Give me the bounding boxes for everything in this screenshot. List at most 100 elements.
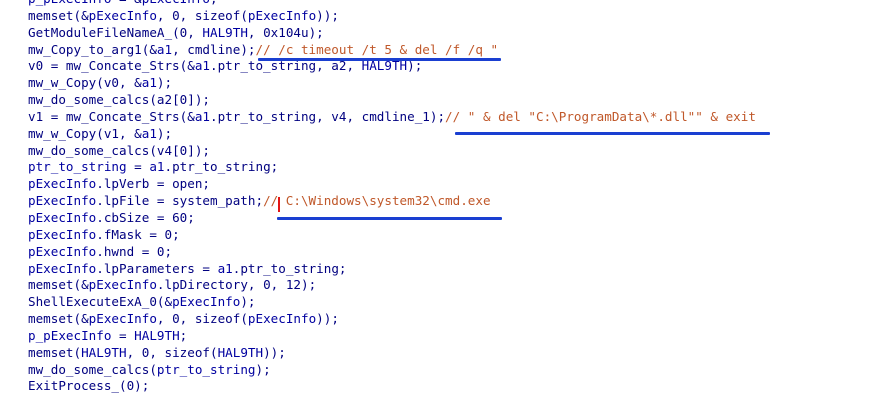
code-line[interactable]: mw_do_some_calcs(ptr_to_string); (28, 362, 756, 379)
code-token-punc[interactable]: (& (74, 277, 89, 292)
code-token-func[interactable]: mw_do_some_calcs (28, 362, 149, 377)
code-token-punc[interactable]: .lpVerb = open; (96, 176, 210, 191)
code-token-var[interactable]: a1 (218, 261, 233, 276)
code-line[interactable]: pExecInfo.fMask = 0; (28, 227, 756, 244)
code-line[interactable]: GetModuleFileNameA_(0, HAL9TH, 0x104u); (28, 25, 756, 42)
code-token-punc[interactable]: (& (74, 8, 89, 23)
code-token-func[interactable]: mw_do_some_calcs (28, 92, 149, 107)
code-token-var[interactable]: HAL9TH (202, 25, 248, 40)
code-token-var[interactable]: pExecInfo (28, 210, 96, 225)
code-line[interactable]: ShellExecuteExA_0(&pExecInfo); (28, 294, 756, 311)
code-token-punc[interactable]: (0); (119, 378, 149, 393)
code-token-func[interactable]: GetModuleFileNameA_ (28, 25, 172, 40)
code-token-punc[interactable]: , cmdline); (172, 42, 255, 57)
code-token-var[interactable]: pExecInfo (142, 0, 210, 6)
code-token-var[interactable]: a1 (195, 109, 210, 124)
code-token-func[interactable]: mw_w_Copy (28, 75, 96, 90)
pseudocode-view[interactable]: p_pExecInfo = &pExecInfo;memset(&pExecIn… (0, 0, 875, 404)
code-token-punc[interactable]: ( (149, 362, 157, 377)
code-token-func[interactable]: mw_w_Copy (28, 126, 96, 141)
code-token-punc[interactable]: )); (316, 8, 339, 23)
code-token-punc[interactable]: ); (157, 75, 172, 90)
code-line[interactable]: pExecInfo.lpParameters = a1.ptr_to_strin… (28, 261, 756, 278)
code-token-func[interactable]: mw_Copy_to_arg1 (28, 42, 142, 57)
code-line[interactable]: ExitProcess_(0); (28, 378, 756, 395)
code-token-var[interactable]: p_pExecInfo (28, 328, 111, 343)
code-token-var[interactable]: p_pExecInfo (28, 0, 111, 6)
code-token-func[interactable]: ExitProcess_ (28, 378, 119, 393)
code-token-punc[interactable]: .ptr_to_string; (233, 261, 347, 276)
code-token-func[interactable]: ShellExecuteExA_0 (28, 294, 157, 309)
code-line[interactable]: memset(HAL9TH, 0, sizeof(HAL9TH)); (28, 345, 756, 362)
code-token-punc[interactable]: (& (157, 294, 172, 309)
code-line[interactable]: mw_w_Copy(v0, &a1); (28, 75, 756, 92)
code-token-var[interactable]: pExecInfo (28, 244, 96, 259)
code-line[interactable]: mw_do_some_calcs(v4[0]); (28, 143, 756, 160)
code-token-punc[interactable]: .lpParameters = (96, 261, 217, 276)
code-token-punc[interactable]: .lpDirectory, 0, 12); (157, 277, 316, 292)
code-token-var[interactable]: HAL9TH (134, 328, 180, 343)
code-line[interactable]: p_pExecInfo = HAL9TH; (28, 328, 756, 345)
code-token-punc[interactable]: .cbSize = 60; (96, 210, 195, 225)
code-token-var[interactable]: pExecInfo (28, 261, 96, 276)
code-token-func[interactable]: v0 = mw_Concate_Strs(& (28, 58, 195, 73)
code-token-punc[interactable]: ); (240, 294, 255, 309)
code-token-punc[interactable]: , 0, sizeof( (157, 8, 248, 23)
code-token-var[interactable]: pExecInfo (172, 294, 240, 309)
code-token-punc[interactable]: (& (74, 311, 89, 326)
code-token-var[interactable]: pExecInfo (248, 311, 316, 326)
code-token-punc[interactable]: .hwnd = 0; (96, 244, 172, 259)
code-token-func[interactable]: memset (28, 277, 74, 292)
code-token-punc[interactable]: .ptr_to_string; (165, 159, 279, 174)
code-token-punc[interactable]: ; (210, 0, 218, 6)
code-token-punc[interactable]: (v1, & (96, 126, 142, 141)
code-token-punc[interactable]: = & (111, 0, 142, 6)
code-token-punc[interactable]: (a2[0]); (149, 92, 210, 107)
code-token-var[interactable]: pExecInfo (89, 311, 157, 326)
code-token-punc[interactable]: ; (180, 328, 188, 343)
code-line[interactable]: pExecInfo.lpFile = system_path;// C:\Win… (28, 193, 756, 210)
code-token-var[interactable]: ptr_to_string (157, 362, 256, 377)
code-token-var[interactable]: pExecInfo (28, 176, 96, 191)
code-token-var[interactable]: ptr_to_string (28, 159, 127, 174)
code-line[interactable]: mw_do_some_calcs(a2[0]); (28, 92, 756, 109)
code-token-var[interactable]: a1 (142, 126, 157, 141)
code-line[interactable]: mw_Copy_to_arg1(&a1, cmdline);// /c time… (28, 42, 756, 59)
code-token-punc[interactable]: .ptr_to_string, v4, cmdline_1); (210, 109, 445, 124)
code-line[interactable]: pExecInfo.hwnd = 0; (28, 244, 756, 261)
code-token-punc[interactable]: ); (157, 126, 172, 141)
code-token-var[interactable]: HAL9TH (81, 345, 127, 360)
code-line[interactable]: pExecInfo.lpVerb = open; (28, 176, 756, 193)
code-line[interactable]: memset(&pExecInfo.lpDirectory, 0, 12); (28, 277, 756, 294)
code-token-var[interactable]: a1 (142, 75, 157, 90)
code-token-punc[interactable]: ); (256, 362, 271, 377)
code-token-punc[interactable]: .lpFile = system_path; (96, 193, 263, 208)
code-token-func[interactable]: mw_do_some_calcs (28, 143, 149, 158)
code-token-func[interactable]: memset (28, 345, 74, 360)
code-token-var[interactable]: pExecInfo (89, 277, 157, 292)
code-token-punc[interactable]: .fMask = 0; (96, 227, 179, 242)
code-token-punc[interactable]: )); (263, 345, 286, 360)
code-line[interactable]: p_pExecInfo = &pExecInfo; (28, 0, 756, 8)
code-token-var[interactable]: a1 (157, 42, 172, 57)
code-line[interactable]: ptr_to_string = a1.ptr_to_string; (28, 159, 756, 176)
code-token-func[interactable]: v1 = mw_Concate_Strs(& (28, 109, 195, 124)
code-token-punc[interactable]: , 0, sizeof( (127, 345, 218, 360)
code-token-var[interactable]: pExecInfo (28, 227, 96, 242)
code-token-var[interactable]: pExecInfo (28, 193, 96, 208)
code-token-punc[interactable]: = (111, 328, 134, 343)
code-token-var[interactable]: pExecInfo (248, 8, 316, 23)
code-token-punc[interactable]: , 0, sizeof( (157, 311, 248, 326)
code-token-var[interactable]: HAL9TH (218, 345, 264, 360)
code-token-punc[interactable]: (v4[0]); (149, 143, 210, 158)
code-token-func[interactable]: memset (28, 311, 74, 326)
code-token-var[interactable]: pExecInfo (89, 8, 157, 23)
code-token-var[interactable]: a1 (149, 159, 164, 174)
code-line[interactable]: memset(&pExecInfo, 0, sizeof(pExecInfo))… (28, 8, 756, 25)
code-token-punc[interactable]: (v0, & (96, 75, 142, 90)
code-token-punc[interactable]: , 0x104u); (248, 25, 324, 40)
code-token-var[interactable]: a1 (195, 58, 210, 73)
code-line[interactable]: memset(&pExecInfo, 0, sizeof(pExecInfo))… (28, 311, 756, 328)
code-token-punc[interactable]: = (127, 159, 150, 174)
code-token-punc[interactable]: (0, (172, 25, 202, 40)
